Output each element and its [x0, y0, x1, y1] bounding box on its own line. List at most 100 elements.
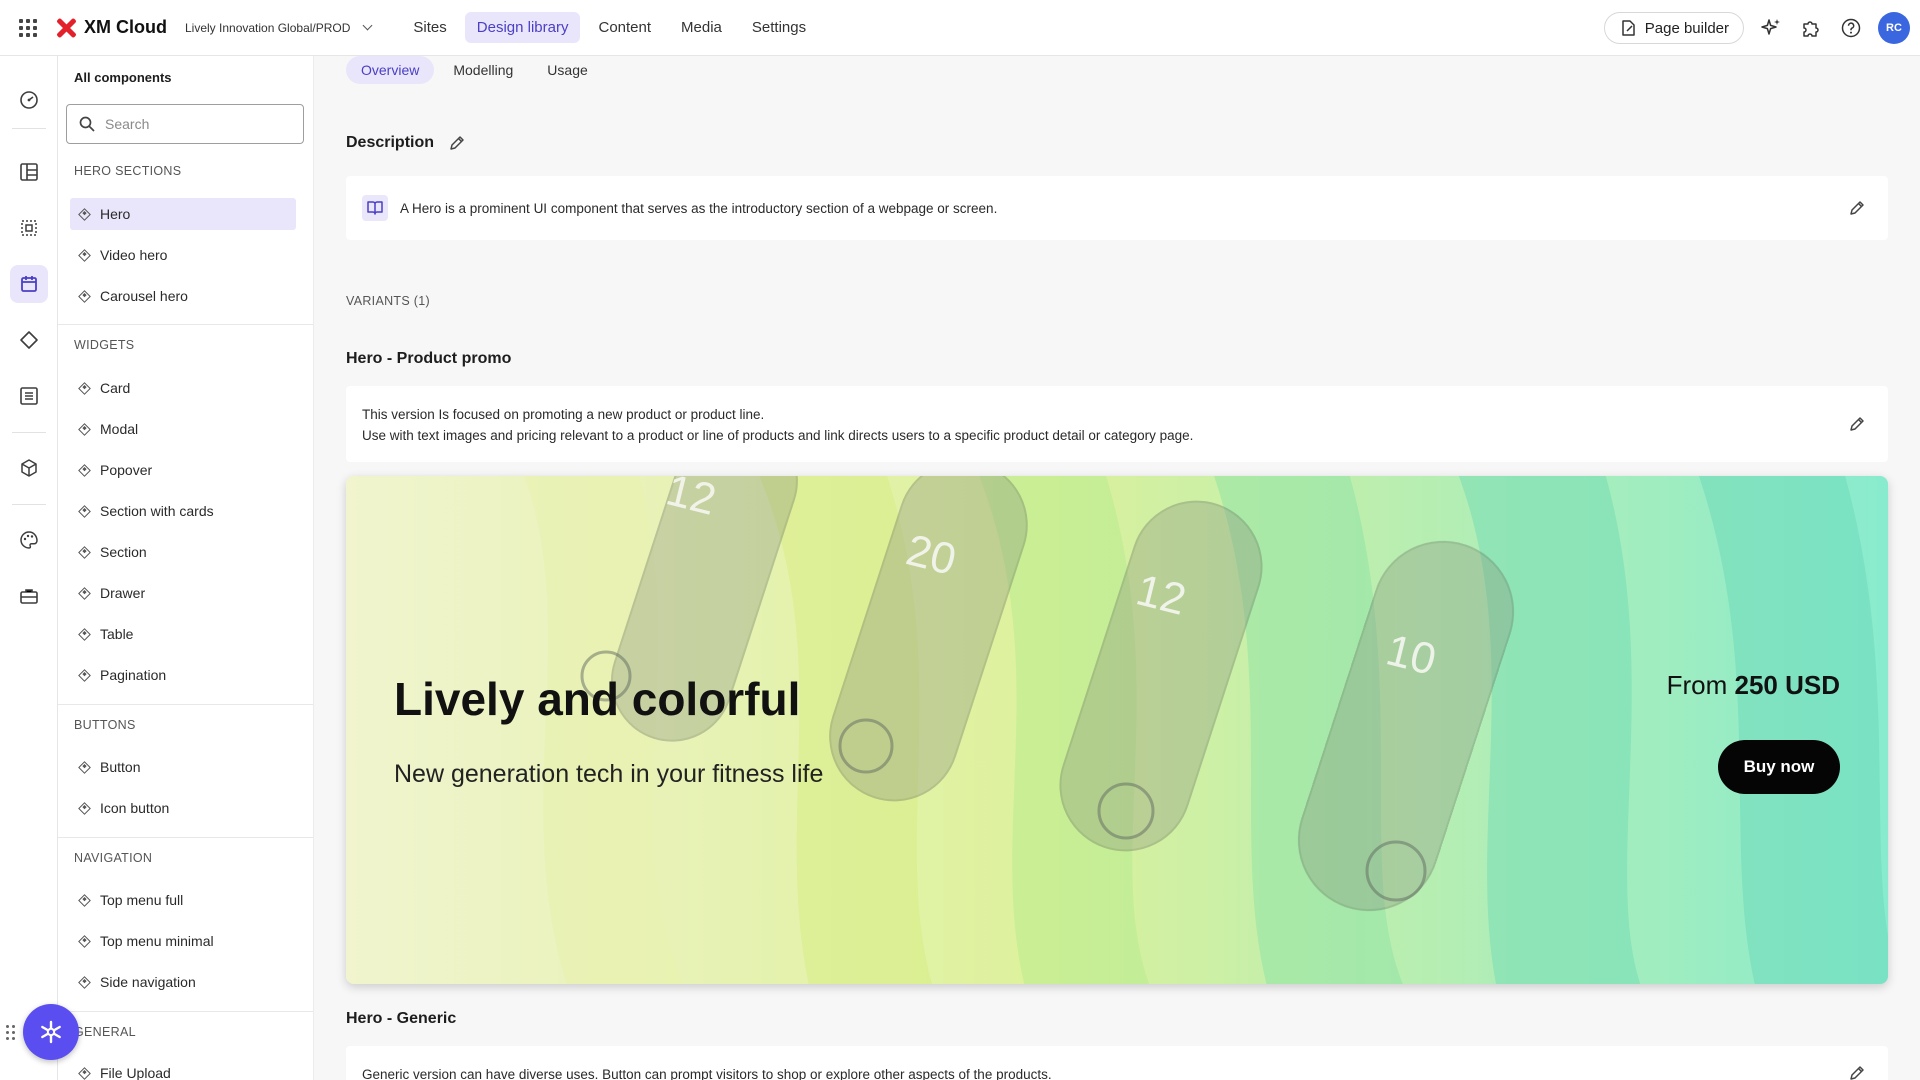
- sidebar-item-label: Pagination: [100, 667, 167, 683]
- components-sidebar: All components HERO SECTIONS Hero Video …: [58, 56, 314, 1080]
- sidebar-item-label: Button: [100, 759, 141, 775]
- sidebar-item-carousel-hero[interactable]: Carousel hero: [70, 280, 296, 312]
- sidebar-item-drawer[interactable]: Drawer: [70, 577, 296, 609]
- variant-description-line-2: Use with text images and pricing relevan…: [362, 428, 1194, 443]
- component-icon: [78, 545, 91, 559]
- sidebar-item-table[interactable]: Table: [70, 618, 296, 650]
- page-builder-button[interactable]: Page builder: [1603, 12, 1744, 44]
- app-name: XM Cloud: [84, 17, 167, 37]
- description-header: Description: [346, 134, 466, 152]
- variant-description-line-1: This version Is focused on promoting a n…: [362, 407, 765, 422]
- tab-modelling[interactable]: Modelling: [438, 56, 528, 84]
- hero-price: From 250 USD: [1667, 670, 1840, 701]
- component-icon: [78, 627, 91, 641]
- sidebar-item-label: Video hero: [100, 247, 168, 263]
- edit-variant-icon[interactable]: [1848, 415, 1866, 433]
- search-box[interactable]: [66, 104, 304, 144]
- nav-media[interactable]: Media: [669, 12, 734, 43]
- search-input[interactable]: [105, 116, 285, 132]
- nav-content[interactable]: Content: [586, 12, 663, 43]
- list-icon[interactable]: [17, 384, 41, 408]
- cube-icon[interactable]: [17, 456, 41, 480]
- sidebar-item-video-hero[interactable]: Video hero: [70, 239, 296, 271]
- left-rail: [0, 56, 58, 1080]
- sidebar-divider: [58, 1011, 313, 1012]
- edit-description-icon[interactable]: [448, 134, 466, 152]
- org-selector[interactable]: Lively Innovation Global/PROD: [185, 20, 373, 35]
- diamond-icon[interactable]: [17, 328, 41, 352]
- nav-design-library[interactable]: Design library: [464, 12, 581, 43]
- nav-sites[interactable]: Sites: [401, 12, 458, 43]
- description-heading: Description: [346, 134, 435, 151]
- sidebar-item-top-menu-minimal[interactable]: Top menu minimal: [70, 925, 296, 957]
- sidebar-item-side-navigation[interactable]: Side navigation: [70, 966, 296, 998]
- component-icon: [78, 504, 91, 518]
- variant-title-generic: Hero - Generic: [346, 1010, 457, 1027]
- component-icon: [78, 893, 91, 907]
- assistant-button[interactable]: [23, 1004, 79, 1060]
- sidebar-item-pagination[interactable]: Pagination: [70, 659, 296, 691]
- sidebar-item-label: File Upload: [100, 1065, 171, 1080]
- component-icon: [78, 289, 91, 303]
- sidebar-item-label: Card: [100, 380, 131, 396]
- component-icon: [78, 1066, 91, 1080]
- chevron-down-icon: [362, 20, 373, 31]
- sparkle-icon[interactable]: [1758, 15, 1784, 41]
- apps-grid-icon[interactable]: [0, 0, 56, 56]
- component-icon: [78, 934, 91, 948]
- layout-icon[interactable]: [17, 160, 41, 184]
- rail-divider: [12, 128, 46, 129]
- tab-overview[interactable]: Overview: [346, 56, 435, 84]
- xm-logo-icon: [56, 18, 76, 38]
- sidebar-item-label: Side navigation: [100, 974, 196, 990]
- palette-icon[interactable]: [17, 528, 41, 552]
- description-card: A Hero is a prominent UI component that …: [346, 176, 1888, 240]
- edit-variant-generic-icon[interactable]: [1848, 1064, 1866, 1080]
- section-widgets: WIDGETS: [74, 338, 135, 352]
- drag-handle-icon[interactable]: [6, 1024, 15, 1040]
- tab-usage[interactable]: Usage: [532, 56, 602, 84]
- component-icon: [78, 668, 91, 682]
- book-icon: [362, 195, 388, 221]
- component-icon: [78, 207, 91, 221]
- section-navigation: NAVIGATION: [74, 851, 153, 865]
- sidebar-item-label: Hero: [100, 206, 131, 222]
- component-icon: [78, 801, 91, 815]
- variant-description-card: This version Is focused on promoting a n…: [346, 386, 1888, 462]
- user-avatar[interactable]: RC: [1878, 12, 1910, 44]
- sidebar-item-hero[interactable]: Hero: [70, 198, 296, 230]
- sidebar-item-label: Carousel hero: [100, 288, 188, 304]
- help-icon[interactable]: [1838, 15, 1864, 41]
- price-value: 250 USD: [1734, 670, 1841, 700]
- sidebar-item-popover[interactable]: Popover: [70, 454, 296, 486]
- toolbox-icon[interactable]: [17, 584, 41, 608]
- sidebar-item-label: Popover: [100, 462, 153, 478]
- sidebar-item-label: Table: [100, 626, 134, 642]
- sidebar-item-section[interactable]: Section: [70, 536, 296, 568]
- buy-now-button[interactable]: Buy now: [1718, 740, 1840, 794]
- sidebar-item-icon-button[interactable]: Icon button: [70, 792, 296, 824]
- main-nav: Sites Design library Content Media Setti…: [401, 12, 818, 43]
- sidebar-item-card[interactable]: Card: [70, 372, 296, 404]
- puzzle-icon[interactable]: [1798, 15, 1824, 41]
- sidebar-item-file-upload[interactable]: File Upload: [70, 1057, 296, 1080]
- sidebar-item-button[interactable]: Button: [70, 751, 296, 783]
- section-general: GENERAL: [74, 1025, 136, 1039]
- sidebar-item-top-menu-full[interactable]: Top menu full: [70, 884, 296, 916]
- dashboard-icon[interactable]: [17, 88, 41, 112]
- top-bar: XM Cloud Lively Innovation Global/PROD S…: [0, 0, 1920, 56]
- nav-settings[interactable]: Settings: [740, 12, 818, 43]
- price-prefix: From: [1666, 670, 1735, 700]
- sidebar-item-section-with-cards[interactable]: Section with cards: [70, 495, 296, 527]
- assistant-widget: [0, 1004, 79, 1060]
- component-select-icon[interactable]: [17, 216, 41, 240]
- sidebar-item-label: Section with cards: [100, 503, 214, 519]
- app-logo[interactable]: XM Cloud: [56, 17, 167, 38]
- sidebar-item-label: Modal: [100, 421, 139, 437]
- design-library-icon[interactable]: [10, 265, 48, 303]
- sidebar-item-modal[interactable]: Modal: [70, 413, 296, 445]
- hero-background-image: 12 20 12 10: [346, 476, 1888, 984]
- variant-generic-text: Generic version can have diverse uses. B…: [362, 1067, 1052, 1080]
- page-builder-label: Page builder: [1644, 19, 1729, 37]
- edit-description-card-icon[interactable]: [1848, 199, 1866, 217]
